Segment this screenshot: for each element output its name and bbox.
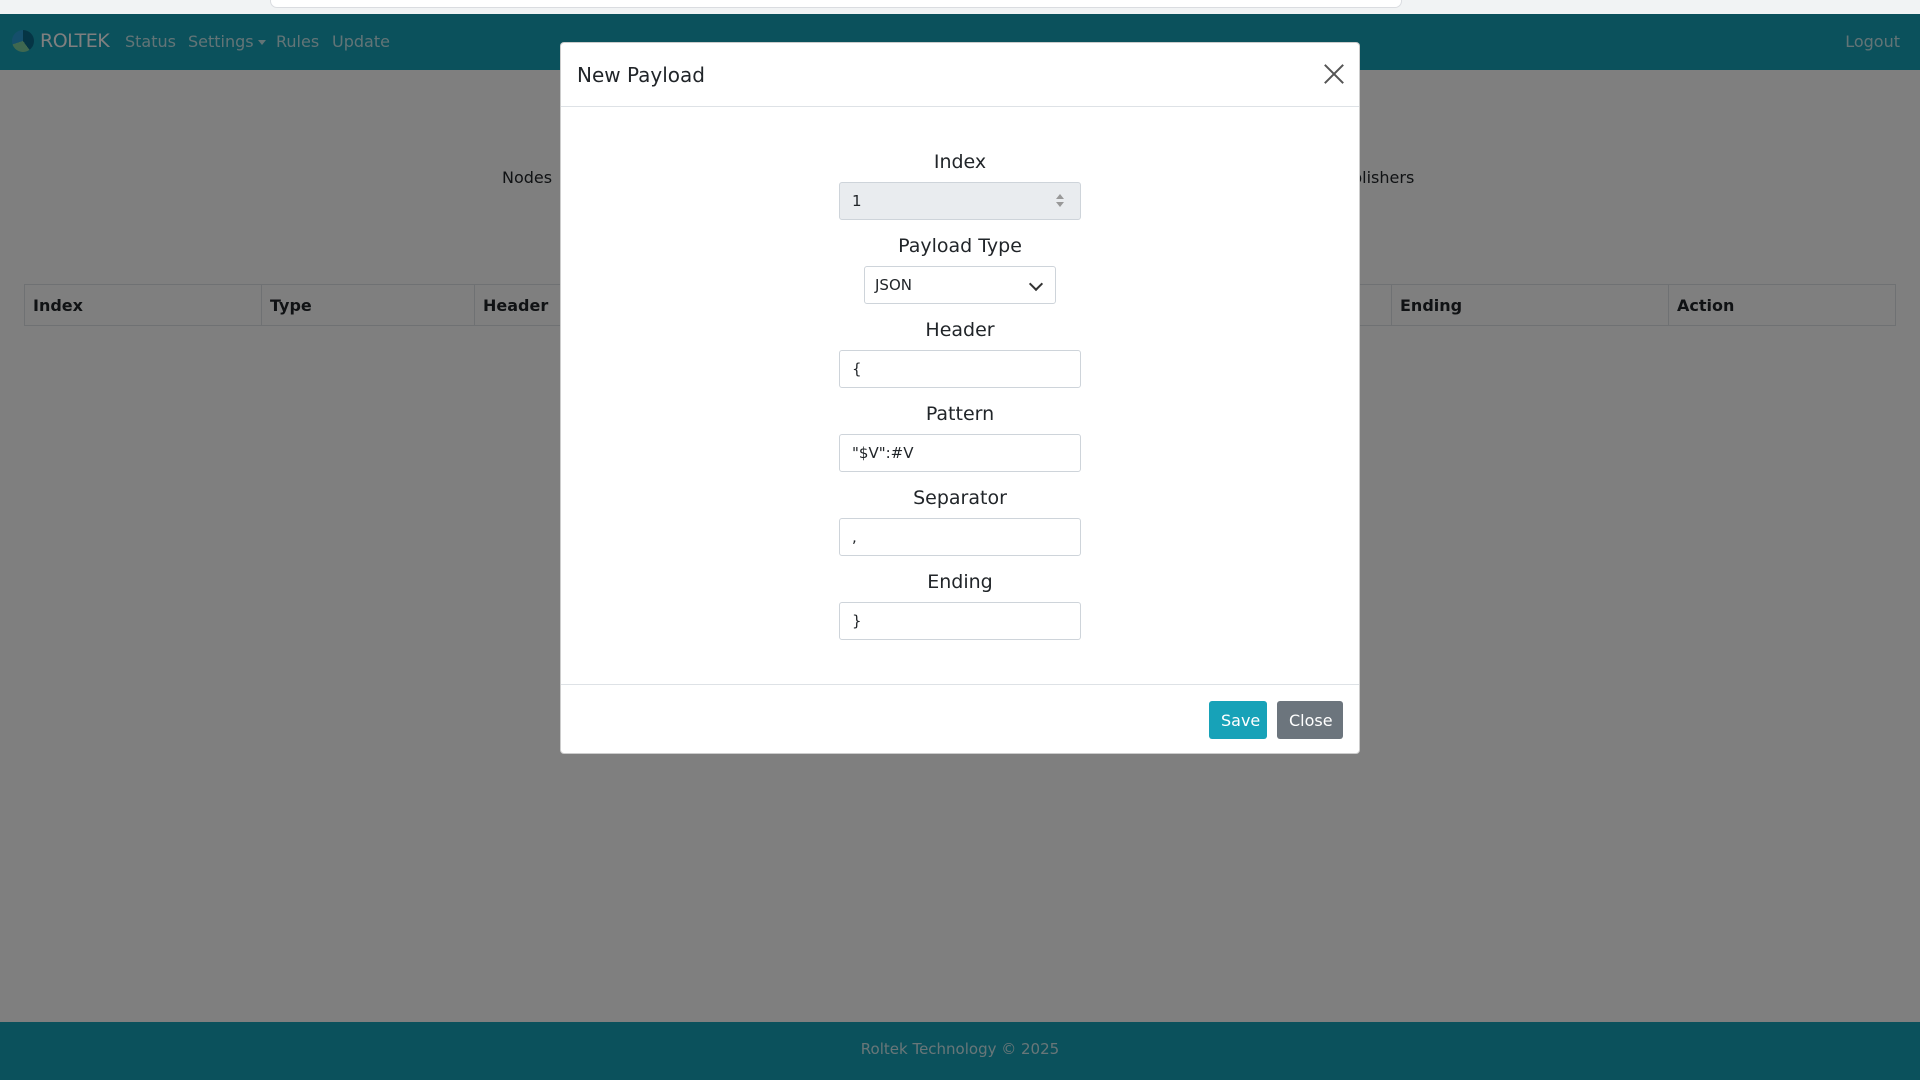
separator-group: Separator , (561, 483, 1359, 556)
ending-input[interactable]: } (839, 602, 1081, 640)
payload-type-group: Payload Type JSON (561, 231, 1359, 304)
modal-body: Index 1 Payload Type JSON Header { Patte… (561, 107, 1359, 685)
close-button[interactable]: Close (1277, 701, 1343, 739)
modal-title: New Payload (577, 63, 705, 87)
pattern-label: Pattern (925, 403, 995, 425)
new-payload-modal: New Payload Index 1 Payload Type JSON He… (560, 42, 1360, 754)
chevron-down-icon (1028, 276, 1044, 292)
payload-type-value: JSON (875, 276, 912, 294)
pattern-input[interactable]: "$V":#V (839, 434, 1081, 472)
spinner-icon[interactable] (1056, 194, 1064, 208)
save-button[interactable]: Save (1209, 701, 1267, 739)
modal-footer: Save Close (561, 685, 1359, 755)
index-group: Index 1 (561, 147, 1359, 220)
ending-group: Ending } (561, 567, 1359, 640)
modal-header: New Payload (561, 43, 1359, 107)
pattern-group: Pattern "$V":#V (561, 399, 1359, 472)
index-label: Index (933, 151, 987, 173)
address-bar[interactable] (270, 0, 1402, 8)
index-input[interactable]: 1 (839, 182, 1081, 220)
separator-label: Separator (913, 487, 1007, 509)
header-label: Header (925, 319, 995, 341)
header-input[interactable]: { (839, 350, 1081, 388)
separator-input[interactable]: , (839, 518, 1081, 556)
payload-type-label: Payload Type (898, 235, 1022, 257)
ending-label: Ending (927, 571, 993, 593)
browser-toolbar (0, 0, 1920, 15)
index-value: 1 (852, 192, 862, 210)
payload-type-select[interactable]: JSON (864, 266, 1056, 304)
header-group: Header { (561, 315, 1359, 388)
close-icon[interactable] (1323, 63, 1345, 85)
